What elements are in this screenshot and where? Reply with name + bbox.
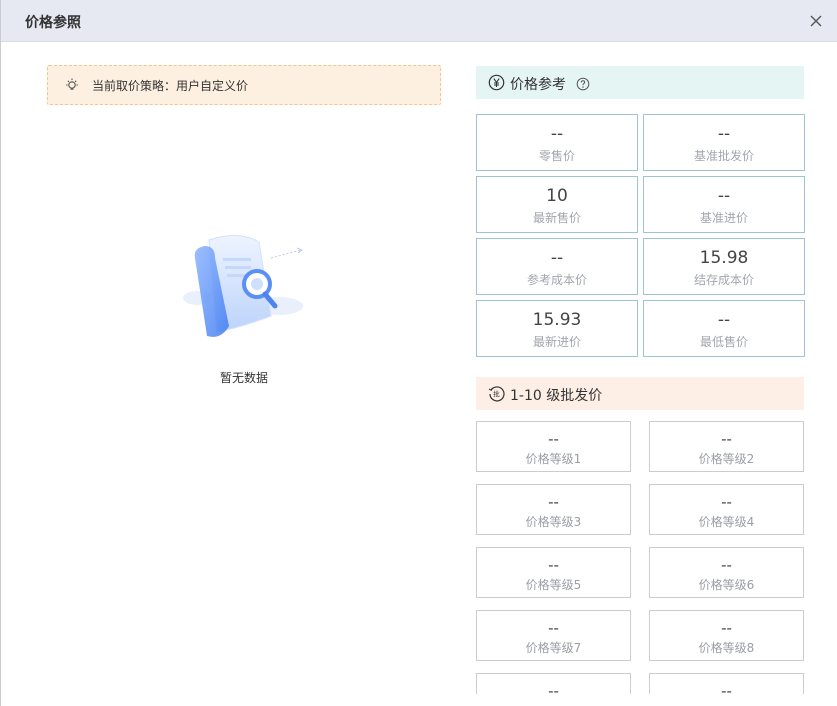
price-strategy-banner: 当前取价策略：用户自定义价 [47, 65, 441, 105]
price-reference-header: 价格参考 [476, 66, 804, 99]
price-value: 15.98 [699, 248, 749, 268]
dialog-title: 价格参照 [25, 15, 81, 31]
price-label: 基准批发价 [693, 149, 754, 163]
price-reference-dialog: 价格参照 当前取价策略：用户自定义价 暂无数据 价格参考 -- 零售价 -- 基… [0, 0, 837, 706]
level-value: -- [721, 682, 732, 694]
price-label: 最低售价 [699, 335, 748, 349]
wholesale-level-cell: -- [476, 673, 631, 694]
wholesale-level-cell: -- 价格等级8 [649, 610, 804, 661]
level-label: 价格等级4 [698, 515, 755, 529]
empty-data-illustration [179, 228, 309, 348]
level-label: 价格等级7 [525, 641, 582, 655]
wholesale-price-header: 批 1-10 级批发价 [476, 377, 804, 410]
price-reference-title: 价格参考 [510, 77, 566, 93]
wholesale-level-cell: -- 价格等级6 [649, 547, 804, 598]
price-label: 最新进价 [532, 335, 581, 349]
price-ref-cell: -- 零售价 [476, 114, 638, 171]
price-label: 参考成本价 [526, 273, 587, 287]
wholesale-icon: 批 [488, 385, 505, 402]
wholesale-level-cell: -- 价格等级3 [476, 484, 631, 535]
price-value: -- [550, 124, 564, 144]
price-value: -- [717, 186, 731, 206]
level-value: -- [721, 556, 732, 574]
level-value: -- [548, 619, 559, 637]
level-value: -- [721, 493, 732, 511]
price-ref-cell: 15.98 结存成本价 [643, 238, 805, 295]
wholesale-level-cell: -- 价格等级2 [649, 421, 804, 472]
help-icon[interactable] [576, 76, 590, 91]
wholesale-level-cell: -- 价格等级4 [649, 484, 804, 535]
wholesale-level-cell: -- [649, 673, 804, 694]
level-label: 价格等级6 [698, 578, 755, 592]
level-label: 价格等级2 [698, 452, 755, 466]
price-value: -- [717, 124, 731, 144]
level-label: 价格等级8 [698, 641, 755, 655]
level-value: -- [548, 682, 559, 694]
price-ref-cell: -- 基准批发价 [643, 114, 805, 171]
wholesale-levels-scroll[interactable]: -- 价格等级1 -- 价格等级2 -- 价格等级3 -- 价格等级4 -- 价格等级5 -- 价格等… [471, 412, 816, 694]
level-value: -- [721, 430, 732, 448]
empty-data-text: 暂无数据 [219, 371, 268, 385]
lightbulb-icon [64, 77, 80, 93]
wholesale-price-title: 1-10 级批发价 [510, 388, 603, 404]
level-value: -- [548, 556, 559, 574]
wholesale-level-cell: -- 价格等级1 [476, 421, 631, 472]
level-value: -- [548, 430, 559, 448]
price-value: -- [550, 248, 564, 268]
price-ref-cell: -- 参考成本价 [476, 238, 638, 295]
level-label: 价格等级1 [525, 452, 582, 466]
price-strategy-text: 当前取价策略：用户自定义价 [92, 79, 249, 93]
price-value: 15.93 [532, 310, 582, 330]
yen-icon [488, 74, 505, 91]
price-ref-cell: 15.93 最新进价 [476, 300, 638, 357]
wholesale-level-cell: -- 价格等级7 [476, 610, 631, 661]
price-value: 10 [546, 186, 568, 206]
level-value: -- [548, 493, 559, 511]
price-label: 结存成本价 [693, 273, 754, 287]
level-label: 价格等级5 [525, 578, 582, 592]
level-label: 价格等级3 [525, 515, 582, 529]
close-icon[interactable] [806, 11, 826, 31]
price-label: 基准进价 [699, 211, 748, 225]
price-value: -- [717, 310, 731, 330]
svg-text:批: 批 [493, 389, 500, 398]
wholesale-level-cell: -- 价格等级5 [476, 547, 631, 598]
price-ref-cell: -- 最低售价 [643, 300, 805, 357]
dialog-header: 价格参照 [1, 0, 837, 42]
price-ref-cell: -- 基准进价 [643, 176, 805, 233]
price-label: 最新售价 [532, 211, 581, 225]
price-ref-cell: 10 最新售价 [476, 176, 638, 233]
price-label: 零售价 [538, 149, 575, 163]
level-value: -- [721, 619, 732, 637]
